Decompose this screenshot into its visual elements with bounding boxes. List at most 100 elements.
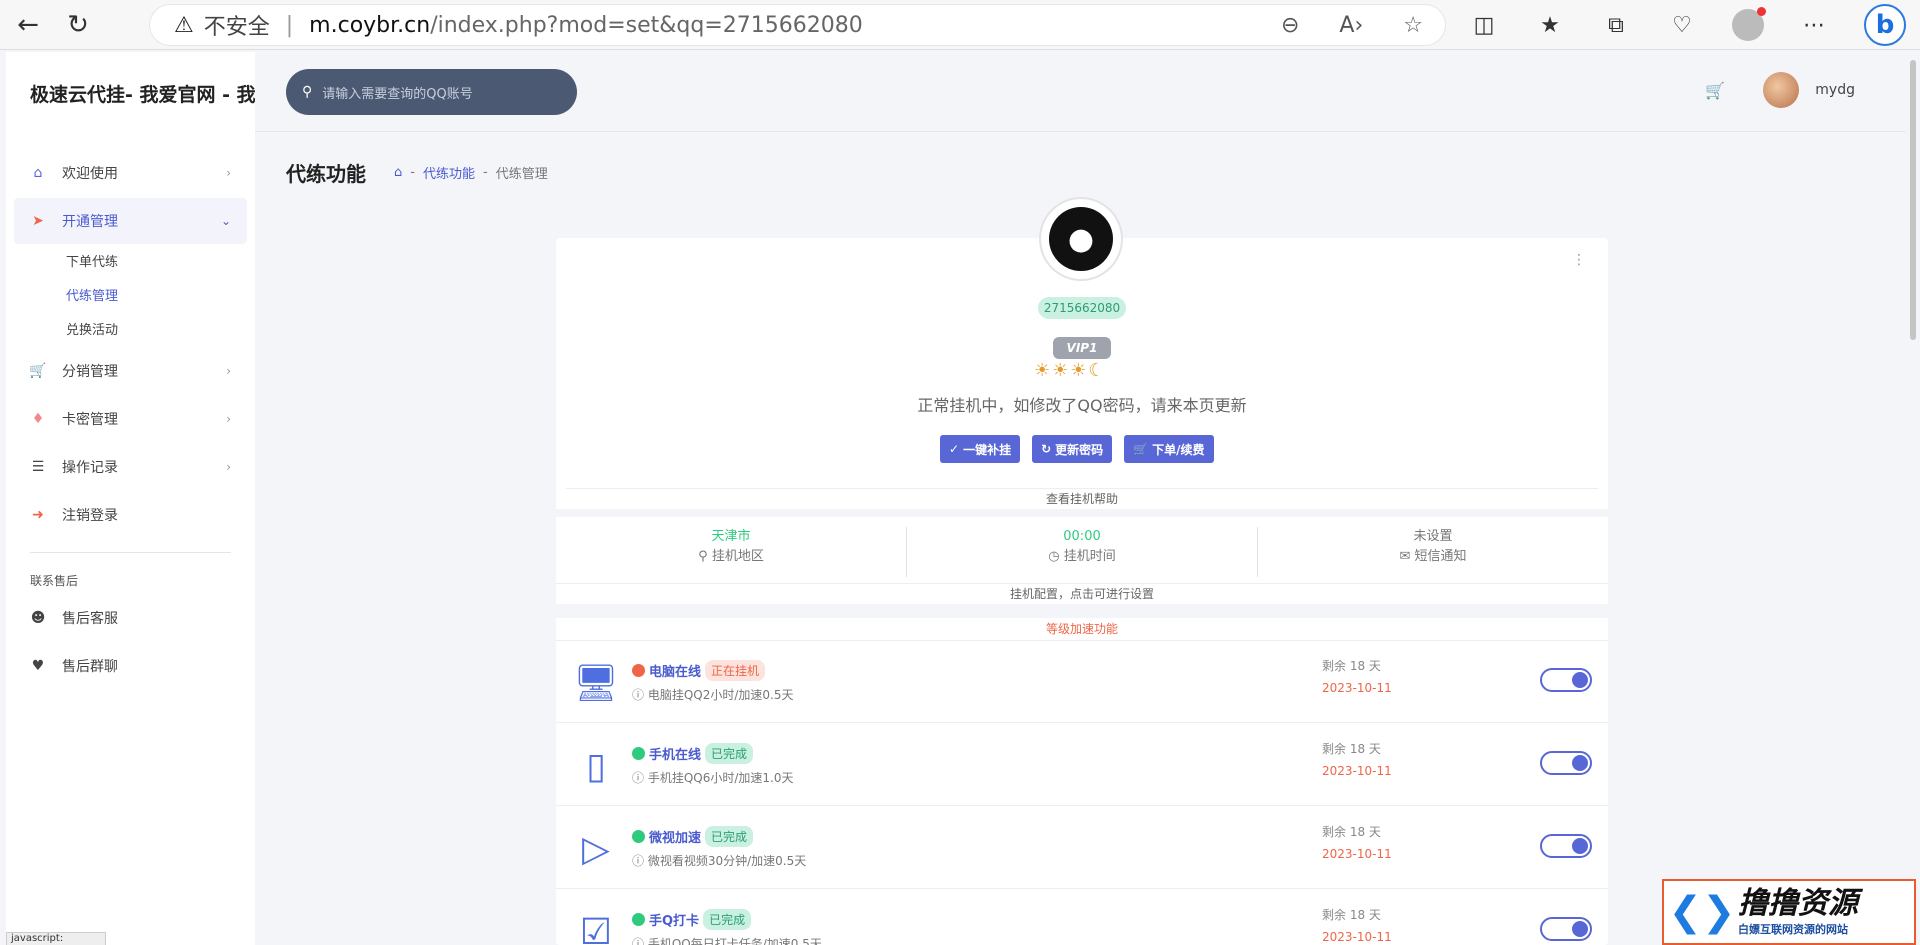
- home-icon[interactable]: ⌂: [394, 165, 402, 180]
- info-icon: ⓘ: [632, 688, 648, 702]
- search-icon: ⚲: [302, 84, 313, 100]
- group-label: 联系售后: [30, 574, 79, 588]
- section-title: 等级加速功能: [1045, 622, 1118, 636]
- page-title: 代练功能: [286, 162, 366, 186]
- task-name: 微视加速: [649, 831, 702, 846]
- store-icon: ⌂: [33, 165, 43, 181]
- watermark-title: 撸撸资源: [1738, 886, 1858, 921]
- task-desc: 手机QQ每日打卡任务/加速0.5天: [647, 937, 822, 945]
- read-aloud-icon[interactable]: A›: [1339, 13, 1363, 38]
- sidebar-item-group-chat[interactable]: ♥ 售后群聊: [14, 643, 247, 689]
- task-row: ☑ 手Q打卡 已完成 ⓘ 手机QQ每日打卡任务/加速0.5天 剩余 18 天 20…: [556, 890, 1608, 945]
- sidebar-item-activation[interactable]: ➤ 开通管理 ⌄: [14, 198, 247, 244]
- task-date: 2023-10-11: [1322, 764, 1392, 778]
- refresh-icon[interactable]: ↻: [56, 3, 100, 47]
- user-area: 🛒 mydg: [1705, 72, 1855, 108]
- status-url: javascript:: [6, 932, 106, 945]
- chevron-right-icon: ›: [226, 460, 231, 474]
- task-date: 2023-10-11: [1322, 930, 1392, 944]
- sidebar-item-label: 售后群聊: [62, 659, 118, 675]
- collections-icon[interactable]: ⧉: [1600, 9, 1632, 41]
- stat-value: 未设置: [1413, 529, 1453, 544]
- check-icon: ✓: [949, 442, 960, 456]
- submenu: 下单代练 代练管理 兑换活动: [14, 246, 247, 348]
- help-link[interactable]: 查看挂机帮助: [556, 490, 1608, 507]
- stat-sms[interactable]: 未设置 ✉ 短信通知: [1258, 527, 1608, 577]
- info-icon: ⓘ: [632, 854, 648, 868]
- browser-toolbar: ← ↻ ⚠ 不安全 | m.coybr.cn/index.php?mod=set…: [0, 0, 1920, 50]
- kebab-menu-icon[interactable]: ⋮: [1572, 252, 1586, 268]
- sidebar-item-label: 开通管理: [62, 214, 118, 230]
- health-icon[interactable]: ♡: [1666, 9, 1698, 41]
- sidebar-divider: [30, 552, 231, 553]
- favorites-icon[interactable]: ★: [1534, 9, 1566, 41]
- config-link[interactable]: 挂机配置，点击可进行设置: [556, 585, 1608, 602]
- sidebar-item-cards[interactable]: ♦ 卡密管理 ›: [14, 396, 247, 442]
- stat-region[interactable]: 天津市 ⚲ 挂机地区: [556, 527, 907, 577]
- sub-item-redeem[interactable]: 兑换活动: [66, 314, 247, 348]
- back-icon[interactable]: ←: [6, 3, 50, 47]
- level-icons: ☀☀☀☾: [1034, 360, 1107, 381]
- sub-item-order[interactable]: 下单代练: [66, 246, 247, 280]
- fix-button[interactable]: ✓ 一键补挂: [940, 435, 1021, 463]
- url-host: m.coybr.cn: [309, 12, 431, 38]
- task-desc: 电脑挂QQ2小时/加速0.5天: [647, 688, 794, 702]
- breadcrumb-item[interactable]: 代练功能: [423, 163, 475, 182]
- task-toggle[interactable]: [1540, 834, 1592, 858]
- scrollbar[interactable]: [1906, 52, 1920, 945]
- profile-icon[interactable]: [1732, 7, 1766, 41]
- stats-row: 天津市 ⚲ 挂机地区 00:00 ◷ 挂机时间 未设置 ✉ 短信通知: [556, 527, 1608, 577]
- order-renew-button[interactable]: 🛒 下单/续费: [1124, 435, 1214, 463]
- task-desc: 手机挂QQ6小时/加速1.0天: [647, 771, 794, 785]
- calendar-check-icon: ☑: [579, 911, 613, 945]
- status-badge: 已完成: [705, 743, 754, 764]
- address-separator: |: [285, 12, 294, 38]
- qq-number-badge: 2715662080: [1038, 297, 1126, 319]
- stat-label: 短信通知: [1414, 549, 1467, 564]
- stat-value: 00:00: [1063, 529, 1101, 544]
- info-icon: ⓘ: [632, 937, 648, 945]
- task-toggle[interactable]: [1540, 917, 1592, 941]
- clock-icon: ◷: [1048, 549, 1064, 564]
- breadcrumb: ⌂ - 代练功能 - 代练管理: [394, 163, 548, 182]
- status-dot: [632, 747, 645, 760]
- qq-avatar: ●: [1041, 199, 1121, 279]
- sub-item-manage[interactable]: 代练管理: [66, 280, 247, 314]
- sidebar-item-welcome[interactable]: ⌂ 欢迎使用 ›: [14, 150, 247, 196]
- task-toggle[interactable]: [1540, 751, 1592, 775]
- favorite-star-icon[interactable]: ☆: [1403, 13, 1423, 38]
- split-screen-icon[interactable]: ◫: [1468, 9, 1500, 41]
- more-icon[interactable]: ⋯: [1798, 9, 1830, 41]
- address-bar[interactable]: ⚠ 不安全 | m.coybr.cn/index.php?mod=set&qq=…: [150, 5, 1445, 45]
- task-date: 2023-10-11: [1322, 681, 1392, 695]
- mobile-icon: ▯: [586, 745, 606, 787]
- chevron-right-icon: ›: [226, 166, 231, 180]
- gem-icon: ♦: [31, 411, 45, 427]
- sidebar-item-support[interactable]: ☻ 售后客服: [14, 595, 247, 641]
- stat-time[interactable]: 00:00 ◷ 挂机时间: [907, 527, 1258, 577]
- sidebar-item-label: 卡密管理: [62, 412, 118, 428]
- sidebar-item-logout[interactable]: ➜ 注销登录: [14, 492, 247, 538]
- task-row: ▯ 手机在线 已完成 ⓘ 手机挂QQ6小时/加速1.0天 剩余 18 天 2023…: [556, 724, 1608, 806]
- zoom-out-icon[interactable]: ⊖: [1281, 13, 1299, 38]
- search-input[interactable]: ⚲ 请输入需要查询的QQ账号: [286, 69, 577, 115]
- cart-icon[interactable]: 🛒: [1705, 81, 1725, 100]
- sidebar-item-label: 分销管理: [62, 364, 118, 380]
- sidebar-item-records[interactable]: ☰ 操作记录 ›: [14, 444, 247, 490]
- bing-icon[interactable]: b: [1864, 4, 1906, 46]
- task-toggle[interactable]: [1540, 668, 1592, 692]
- site-title: 极速云代挂- 我爱官网 - 我: [30, 84, 255, 106]
- avatar[interactable]: [1763, 72, 1800, 108]
- update-password-button[interactable]: ↻ 更新密码: [1032, 435, 1113, 463]
- breadcrumb-current: 代练管理: [495, 167, 548, 182]
- watermark-logo-icon: ❮❯: [1668, 889, 1736, 935]
- sidebar: 极速云代挂- 我爱官网 - 我 ⌂ 欢迎使用 › ➤ 开通管理 ⌄ 下单代练 代…: [6, 52, 255, 945]
- mail-icon: ✉: [1399, 549, 1415, 564]
- chevron-down-icon: ⌄: [220, 214, 231, 228]
- status-text: 正常挂机中，如修改了QQ密码，请来本页更新: [917, 396, 1247, 415]
- sidebar-item-distribution[interactable]: 🛒 分销管理 ›: [14, 348, 247, 394]
- warning-icon: ⚠: [174, 12, 194, 38]
- user-name[interactable]: mydg: [1815, 82, 1855, 98]
- stat-label: 挂机地区: [711, 549, 764, 564]
- vip-badge: VIP1: [1053, 337, 1111, 359]
